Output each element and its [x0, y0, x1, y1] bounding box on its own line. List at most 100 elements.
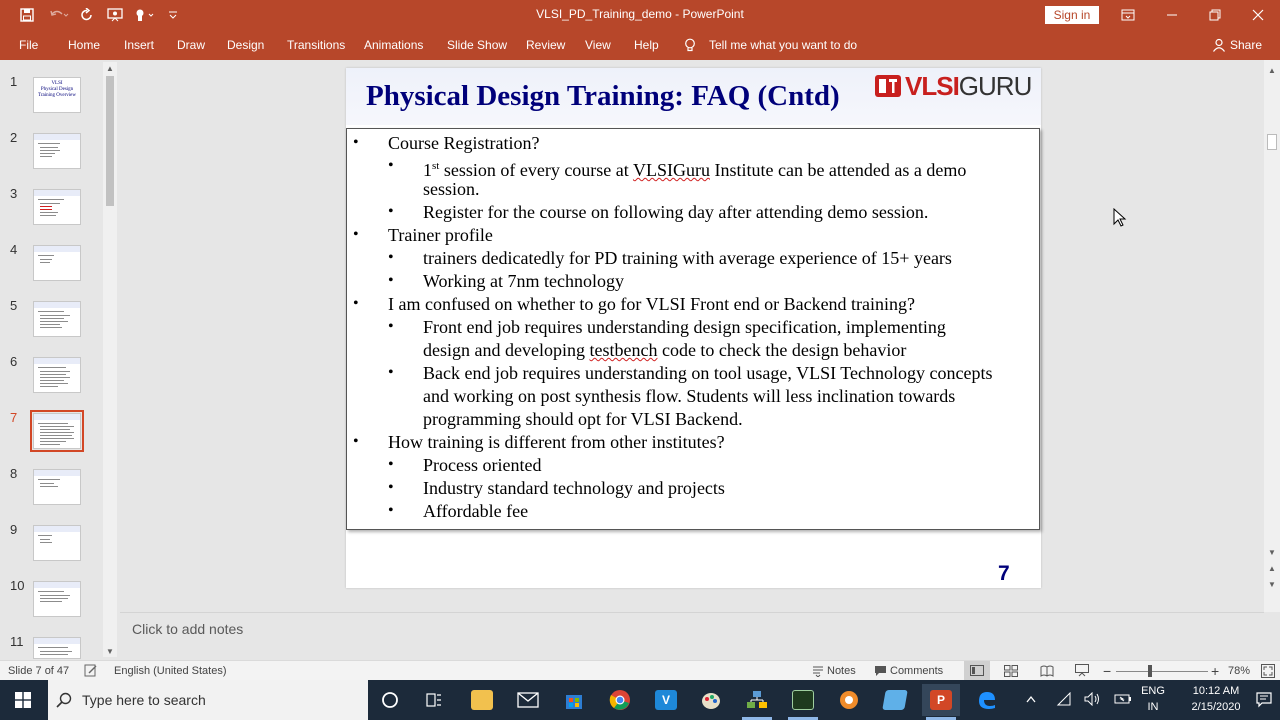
slide-thumbnail-6[interactable] [33, 357, 81, 393]
editor-scrollbar[interactable]: ▲ ▼ ▲ ▼ [1264, 60, 1280, 612]
tab-slide-show[interactable]: Slide Show [447, 38, 507, 52]
zoom-slider[interactable] [1116, 671, 1208, 672]
share-icon [1213, 38, 1225, 52]
terminal-icon[interactable] [784, 684, 822, 720]
chrome-icon[interactable] [601, 684, 639, 716]
slide-thumbnail-5[interactable] [33, 301, 81, 337]
scroll-up-icon[interactable]: ▲ [1266, 64, 1278, 76]
slide-thumbnail-2[interactable] [33, 133, 81, 169]
tell-me-search[interactable]: Tell me what you want to do [709, 38, 857, 52]
slide-title[interactable]: Physical Design Training: FAQ (Cntd) [366, 80, 840, 113]
zoom-in-button[interactable]: + [1211, 663, 1219, 679]
technology-line: Working at 7nm technology [423, 271, 625, 291]
wifi-icon[interactable] [1056, 692, 1072, 706]
start-button[interactable] [0, 680, 46, 720]
tab-animations[interactable]: Animations [364, 38, 423, 52]
ribbon-display-options-icon[interactable] [1106, 0, 1150, 30]
scrollbar-thumb[interactable] [106, 76, 114, 206]
tab-draw[interactable]: Draw [177, 38, 205, 52]
register-line: Register for the course on following day… [423, 202, 929, 222]
task-view-icon[interactable] [415, 684, 453, 716]
notes-pane[interactable]: Click to add notes [120, 612, 1264, 660]
clock-time[interactable]: 10:12 AM [1180, 685, 1252, 697]
previous-slide-icon[interactable]: ▲ [1266, 562, 1278, 574]
tab-home[interactable]: Home [68, 38, 100, 52]
zoom-level[interactable]: 78% [1228, 665, 1250, 677]
slide-thumbnail-1[interactable]: VLSI Physical Design Training Overview [33, 77, 81, 113]
touch-mode-icon[interactable] [130, 0, 158, 30]
battery-icon[interactable] [1114, 693, 1132, 705]
notes-toggle-button[interactable]: Notes [827, 665, 856, 677]
file-explorer-icon[interactable] [463, 684, 501, 716]
action-center-icon[interactable] [1256, 692, 1272, 708]
present-icon[interactable] [104, 0, 126, 30]
redo-icon[interactable] [76, 0, 98, 30]
store-icon[interactable] [555, 684, 593, 716]
tab-design[interactable]: Design [227, 38, 264, 52]
slide-thumbnail-4[interactable] [33, 245, 81, 281]
slide-thumbnail-8[interactable] [33, 469, 81, 505]
thumb-number: 8 [10, 466, 18, 481]
slide-thumbnail-7[interactable] [30, 410, 84, 452]
windows-logo-icon [15, 692, 31, 708]
mail-icon[interactable] [509, 684, 547, 716]
tab-insert[interactable]: Insert [124, 38, 154, 52]
customize-icon[interactable] [162, 0, 184, 30]
slide-thumbnail-11[interactable] [33, 637, 81, 659]
taskbar-search-box[interactable]: Type here to search [48, 680, 368, 720]
tab-help[interactable]: Help [634, 38, 659, 52]
input-language[interactable]: ENG [1140, 685, 1166, 697]
tab-file[interactable]: File [19, 38, 38, 52]
tab-review[interactable]: Review [526, 38, 565, 52]
spelling-check-icon[interactable] [84, 664, 98, 677]
language-indicator[interactable]: English (United States) [114, 665, 227, 677]
cortana-icon[interactable] [371, 684, 409, 716]
network-app-icon[interactable] [738, 684, 776, 720]
edge-icon[interactable] [968, 684, 1006, 716]
minimize-button[interactable] [1150, 0, 1194, 30]
tab-transitions[interactable]: Transitions [287, 38, 345, 52]
zoom-out-button[interactable]: − [1103, 663, 1111, 679]
scroll-down-icon[interactable]: ▼ [103, 645, 117, 657]
lightbulb-icon [685, 38, 695, 52]
settings-app-icon[interactable] [830, 684, 868, 716]
sign-in-button[interactable]: Sign in [1045, 6, 1099, 24]
share-button[interactable]: Share [1230, 38, 1262, 52]
slide-thumbnail-3[interactable] [33, 189, 81, 225]
undo-icon[interactable] [44, 0, 74, 30]
thumb-number: 7 [10, 410, 18, 425]
bullet: • [353, 226, 359, 243]
front-end-line-cont: design and developing testbench code to … [423, 340, 907, 360]
sub-bullet: • [388, 272, 394, 289]
next-slide-icon[interactable]: ▼ [1266, 578, 1278, 590]
notepad-icon[interactable] [876, 684, 914, 716]
volume-icon[interactable] [1084, 692, 1102, 706]
demo-session-line: 1st session of every course at VLSIGuru … [423, 160, 967, 180]
slide-thumbnail-10[interactable] [33, 581, 81, 617]
powerpoint-icon[interactable]: P [922, 684, 960, 720]
slide-sorter-view-icon[interactable] [1004, 665, 1018, 677]
comments-icon [875, 666, 886, 676]
slide-thumbnail-9[interactable] [33, 525, 81, 561]
close-button[interactable] [1236, 0, 1280, 30]
tab-view[interactable]: View [585, 38, 611, 52]
restore-button[interactable] [1193, 0, 1237, 30]
vscode-icon[interactable]: V [647, 684, 685, 716]
notes-placeholder[interactable]: Click to add notes [132, 621, 243, 637]
scrollbar-thumb[interactable] [1267, 134, 1277, 150]
fit-to-window-icon[interactable] [1261, 664, 1275, 678]
chevron-up-icon[interactable] [1026, 695, 1036, 703]
slide-show-view-icon[interactable] [1075, 664, 1089, 677]
content-placeholder[interactable]: • Course Registration? • 1st session of … [346, 128, 1040, 530]
thumbnail-scrollbar[interactable]: ▲ ▼ [103, 62, 117, 657]
back-end-line-cont-2: programming should opt for VLSI Backend. [423, 409, 743, 429]
scroll-up-icon[interactable]: ▲ [103, 62, 117, 74]
zoom-slider-handle[interactable] [1148, 665, 1152, 677]
comments-button[interactable]: Comments [890, 665, 943, 677]
paint-icon[interactable] [692, 684, 730, 716]
save-icon[interactable] [16, 0, 38, 30]
reading-view-icon[interactable] [1040, 665, 1054, 677]
slide-canvas[interactable]: Physical Design Training: FAQ (Cntd) VLS… [346, 68, 1041, 588]
scroll-down-icon[interactable]: ▼ [1266, 546, 1278, 558]
normal-view-button[interactable] [964, 661, 990, 680]
